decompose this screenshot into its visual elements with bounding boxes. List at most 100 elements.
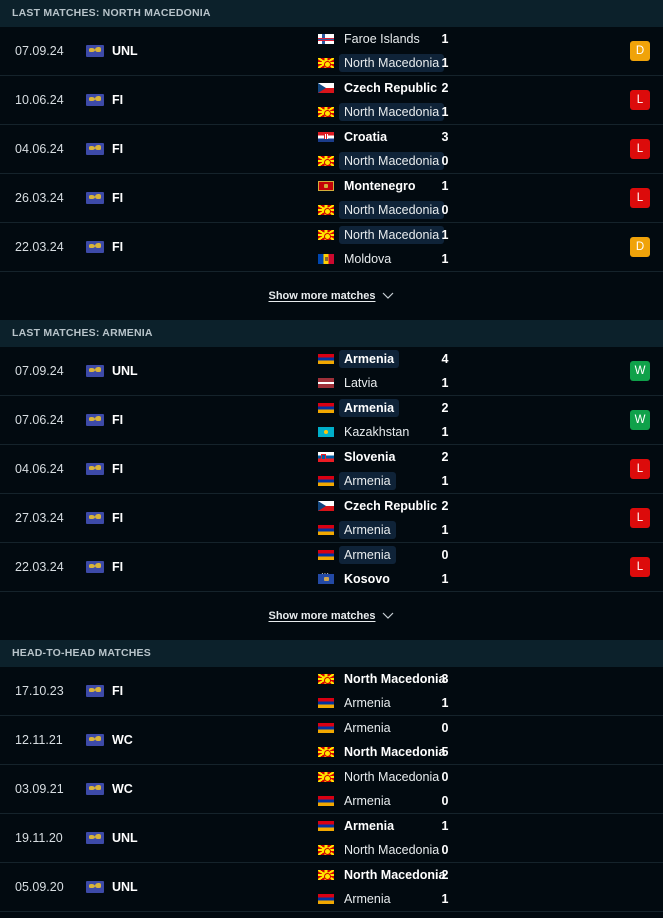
home-team: North Macedonia [158, 865, 663, 885]
competition-label: FI [112, 511, 124, 525]
home-score: 2 [441, 81, 449, 95]
away-score: 1 [441, 105, 449, 119]
away-score: 0 [441, 794, 449, 808]
away-score: 1 [441, 523, 449, 537]
competition-label: WC [112, 782, 133, 796]
team-name: Kazakhstan [344, 425, 410, 439]
team-name: Armenia [339, 350, 400, 368]
team-name: North Macedonia [339, 201, 445, 219]
team-name: North Macedonia [344, 843, 440, 857]
show-more-button[interactable]: Show more matches [269, 290, 395, 302]
score-column: 1 1 [438, 223, 452, 271]
match-row[interactable]: 03.09.21 WC North Macedonia Armenia 0 0 [0, 765, 663, 814]
result-badge: D [630, 237, 650, 257]
croatia-flag-icon [318, 132, 334, 142]
teams: Armenia North Macedonia [158, 718, 663, 762]
match-list: 07.09.24 UNL Armenia Latvia 4 1 W 07.06.… [0, 347, 663, 592]
result-badge: W [630, 361, 650, 381]
teams: Czech Republic North Macedonia [158, 78, 663, 122]
home-score: 1 [441, 819, 449, 833]
match-date: 07.06.24 [15, 413, 64, 427]
away-team: North Macedonia [158, 53, 663, 73]
match-row[interactable]: 27.03.24 FI Czech Republic Armenia 2 1 L [0, 494, 663, 543]
team-name: Armenia [344, 819, 395, 833]
match-date: 04.06.24 [15, 142, 64, 156]
home-score: 3 [441, 130, 449, 144]
team-name: North Macedonia [344, 745, 446, 759]
teams: North Macedonia Moldova [158, 225, 663, 269]
world-map-icon [86, 881, 104, 893]
match-row[interactable]: 17.10.23 FI North Macedonia Armenia 3 1 [0, 667, 663, 716]
match-row[interactable]: 05.09.20 UNL North Macedonia Armenia 2 1 [0, 863, 663, 912]
section-title: LAST MATCHES: NORTH MACEDONIA [0, 0, 663, 27]
north-macedonia-flag-icon [318, 772, 334, 782]
north-macedonia-flag-icon [318, 230, 334, 240]
competition-label: FI [112, 191, 124, 205]
away-score: 1 [441, 696, 449, 710]
teams: Armenia North Macedonia [158, 816, 663, 860]
result-badge: L [630, 557, 650, 577]
away-score: 1 [441, 252, 449, 266]
score-column: 1 0 [438, 174, 452, 222]
team-name: Moldova [344, 252, 392, 266]
matches-section: HEAD-TO-HEAD MATCHES 17.10.23 FI North M… [0, 640, 663, 912]
score-column: 0 5 [438, 716, 452, 764]
match-row[interactable]: 07.09.24 UNL Faroe Islands North Macedon… [0, 27, 663, 76]
match-date: 22.03.24 [15, 240, 64, 254]
match-row[interactable]: 10.06.24 FI Czech Republic North Macedon… [0, 76, 663, 125]
home-team: Faroe Islands [158, 29, 663, 49]
match-row[interactable]: 22.03.24 FI North Macedonia Moldova 1 1 … [0, 223, 663, 272]
match-row[interactable]: 22.03.24 FI Armenia Kosovo 0 1 L [0, 543, 663, 592]
show-more-button[interactable]: Show more matches [269, 610, 395, 622]
world-map-icon [86, 783, 104, 795]
competition: WC [86, 733, 158, 747]
match-list: 17.10.23 FI North Macedonia Armenia 3 1 … [0, 667, 663, 912]
match-row[interactable]: 07.06.24 FI Armenia Kazakhstan 2 1 W [0, 396, 663, 445]
home-score: 3 [441, 672, 449, 686]
away-score: 1 [441, 56, 449, 70]
home-team: Armenia [158, 718, 663, 738]
match-row[interactable]: 04.06.24 FI Slovenia Armenia 2 1 L [0, 445, 663, 494]
away-team: North Macedonia [158, 151, 663, 171]
result-badge: L [630, 188, 650, 208]
competition: FI [86, 462, 158, 476]
armenia-flag-icon [318, 354, 334, 364]
world-map-icon [86, 45, 104, 57]
match-row[interactable]: 04.06.24 FI Croatia North Macedonia 3 0 … [0, 125, 663, 174]
teams: North Macedonia Armenia [158, 865, 663, 909]
competition-label: FI [112, 93, 124, 107]
team-name: Armenia [339, 546, 396, 564]
north-macedonia-flag-icon [318, 58, 334, 68]
world-map-icon [86, 734, 104, 746]
result-badge: L [630, 508, 650, 528]
match-date: 05.09.20 [15, 880, 64, 894]
result-badge: L [630, 90, 650, 110]
away-team: Armenia [158, 791, 663, 811]
home-team: North Macedonia [158, 669, 663, 689]
score-column: 1 0 [438, 814, 452, 862]
match-row[interactable]: 19.11.20 UNL Armenia North Macedonia 1 0 [0, 814, 663, 863]
match-row[interactable]: 26.03.24 FI Montenegro North Macedonia 1… [0, 174, 663, 223]
home-team: Montenegro [158, 176, 663, 196]
matches-page: LAST MATCHES: NORTH MACEDONIA 07.09.24 U… [0, 0, 663, 912]
match-row[interactable]: 12.11.21 WC Armenia North Macedonia 0 5 [0, 716, 663, 765]
teams: Armenia Kosovo [158, 545, 663, 589]
czech-republic-flag-icon [318, 83, 334, 93]
away-score: 1 [441, 376, 449, 390]
match-date: 26.03.24 [15, 191, 64, 205]
away-score: 1 [441, 572, 449, 586]
home-team: North Macedonia [158, 225, 663, 245]
world-map-icon [86, 832, 104, 844]
world-map-icon [86, 143, 104, 155]
competition: FI [86, 93, 158, 107]
team-name: Montenegro [344, 179, 416, 193]
match-row[interactable]: 07.09.24 UNL Armenia Latvia 4 1 W [0, 347, 663, 396]
competition: FI [86, 413, 158, 427]
match-date: 10.06.24 [15, 93, 64, 107]
matches-section: LAST MATCHES: ARMENIA 07.09.24 UNL Armen… [0, 320, 663, 640]
teams: Slovenia Armenia [158, 447, 663, 491]
armenia-flag-icon [318, 723, 334, 733]
match-date: 19.11.20 [15, 831, 63, 845]
team-name: North Macedonia [344, 672, 446, 686]
score-column: 2 1 [438, 76, 452, 124]
